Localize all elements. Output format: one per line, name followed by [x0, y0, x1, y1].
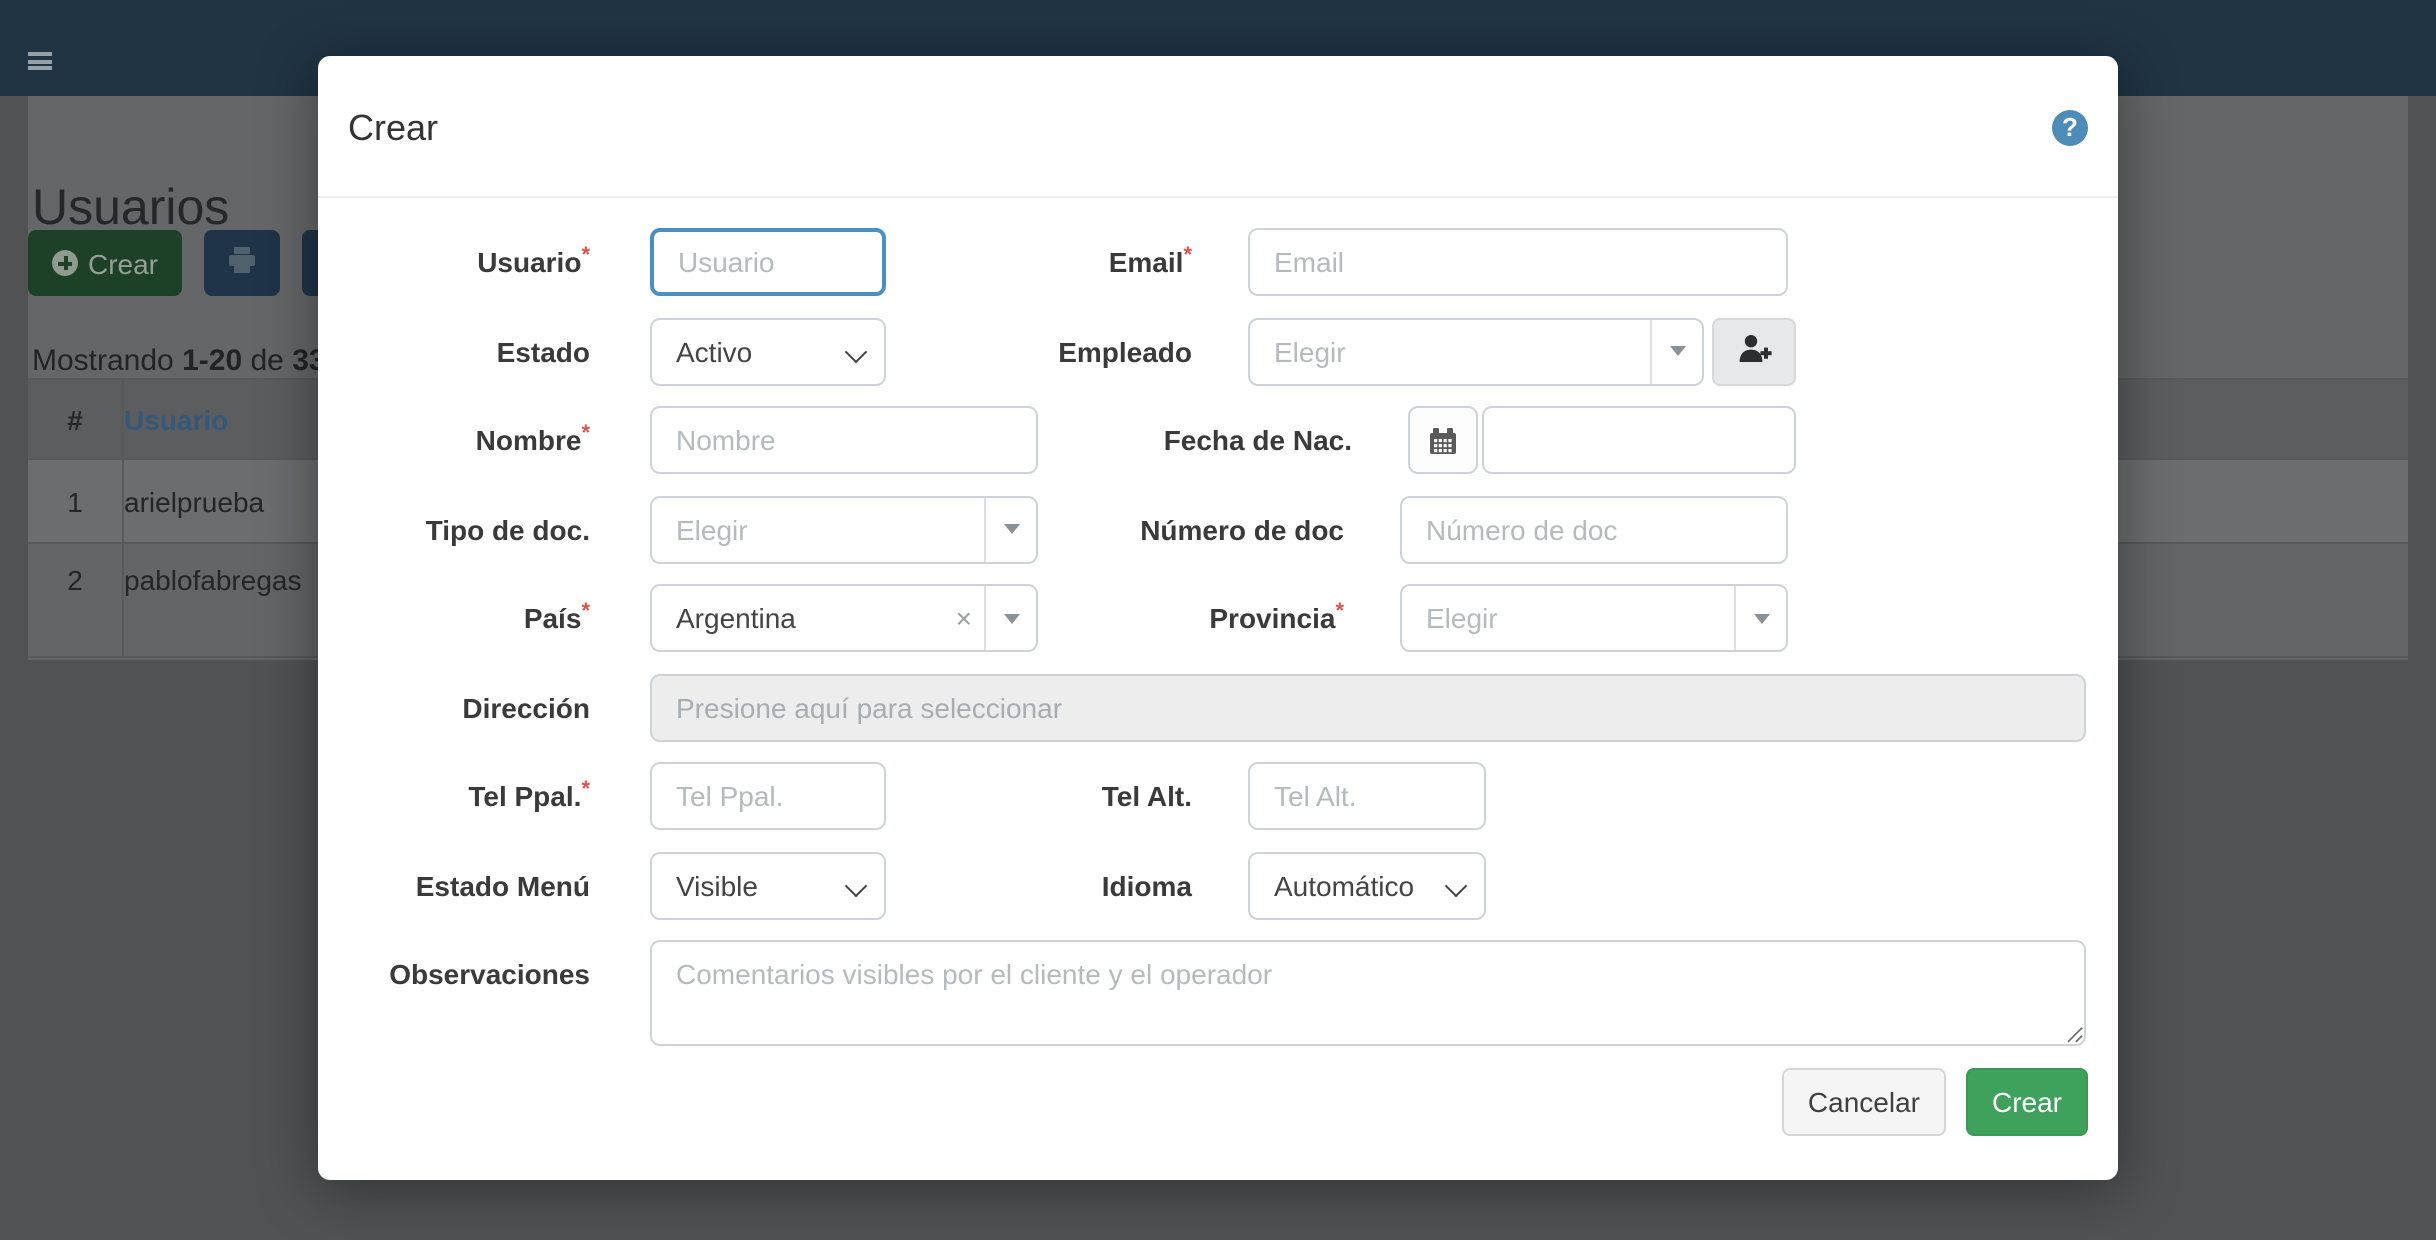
chevron-down-icon [845, 340, 868, 363]
modal-header: Crear ? [318, 56, 2118, 198]
toolbar: Crear [28, 230, 362, 296]
estado-menu-select[interactable]: Visible [650, 851, 886, 919]
clear-icon[interactable]: × [956, 602, 972, 634]
chevron-down-icon [845, 874, 868, 897]
provincia-label: Provincia* [1038, 602, 1400, 634]
usuario-input[interactable] [650, 228, 886, 296]
calendar-icon[interactable] [1408, 406, 1478, 474]
tel-alt-input[interactable] [1248, 762, 1486, 830]
pais-label: País* [348, 602, 650, 634]
provincia-select[interactable]: Elegir [1400, 584, 1788, 652]
estado-menu-label: Estado Menú [348, 869, 650, 901]
email-input[interactable] [1248, 228, 1788, 296]
estado-select[interactable]: Activo [650, 317, 886, 385]
submit-create-button[interactable]: Crear [1966, 1067, 2088, 1135]
direccion-input[interactable] [650, 673, 2086, 741]
create-user-modal: Crear ? Usuario* Email* Estado Activo Em… [318, 56, 2118, 1180]
cancel-button[interactable]: Cancelar [1782, 1067, 1946, 1135]
select-arrow-icon [1734, 586, 1786, 650]
numero-doc-label: Número de doc [1038, 513, 1400, 545]
print-button[interactable] [204, 230, 280, 296]
modal-footer: Cancelar Crear [318, 1067, 2118, 1135]
tel-ppal-input[interactable] [650, 762, 886, 830]
column-header-num: # [28, 379, 123, 459]
tipo-doc-label: Tipo de doc. [348, 513, 650, 545]
idioma-label: Idioma [886, 869, 1248, 901]
help-icon[interactable]: ? [2052, 110, 2088, 146]
tipo-doc-select[interactable]: Elegir [650, 495, 1038, 563]
modal-title: Crear [348, 108, 438, 150]
fecha-nac-input[interactable] [1482, 406, 1796, 474]
create-button[interactable]: Crear [28, 230, 182, 296]
idioma-select[interactable]: Automático [1248, 851, 1486, 919]
screen: Usuarios Crear Mostrando 1-20 de 33 e [0, 0, 2436, 1240]
modal-body: Usuario* Email* Estado Activo Empleado E… [318, 198, 2118, 1046]
nombre-label: Nombre* [348, 424, 650, 456]
print-icon [226, 244, 258, 282]
empleado-select[interactable]: Elegir [1248, 317, 1704, 385]
email-label: Email* [886, 246, 1248, 278]
select-arrow-icon [1650, 319, 1702, 383]
create-button-label: Crear [88, 247, 158, 279]
select-arrow-icon [984, 497, 1036, 561]
tel-ppal-label: Tel Ppal.* [348, 780, 650, 812]
select-arrow-icon [984, 586, 1036, 650]
add-employee-button[interactable] [1712, 317, 1796, 385]
direccion-label: Dirección [348, 691, 650, 723]
menu-icon[interactable] [28, 52, 52, 72]
empleado-label: Empleado [886, 335, 1248, 367]
nombre-input[interactable] [650, 406, 1038, 474]
numero-doc-input[interactable] [1400, 495, 1788, 563]
fecha-nac-label: Fecha de Nac. [1038, 424, 1408, 456]
observaciones-label: Observaciones [348, 940, 650, 990]
tel-alt-label: Tel Alt. [886, 780, 1248, 812]
person-add-icon [1737, 333, 1771, 369]
chevron-down-icon [1445, 874, 1468, 897]
pais-select[interactable]: Argentina × [650, 584, 1038, 652]
estado-label: Estado [348, 335, 650, 367]
observaciones-textarea[interactable] [650, 940, 2086, 1046]
usuario-label: Usuario* [348, 246, 650, 278]
plus-circle-icon [52, 250, 78, 276]
